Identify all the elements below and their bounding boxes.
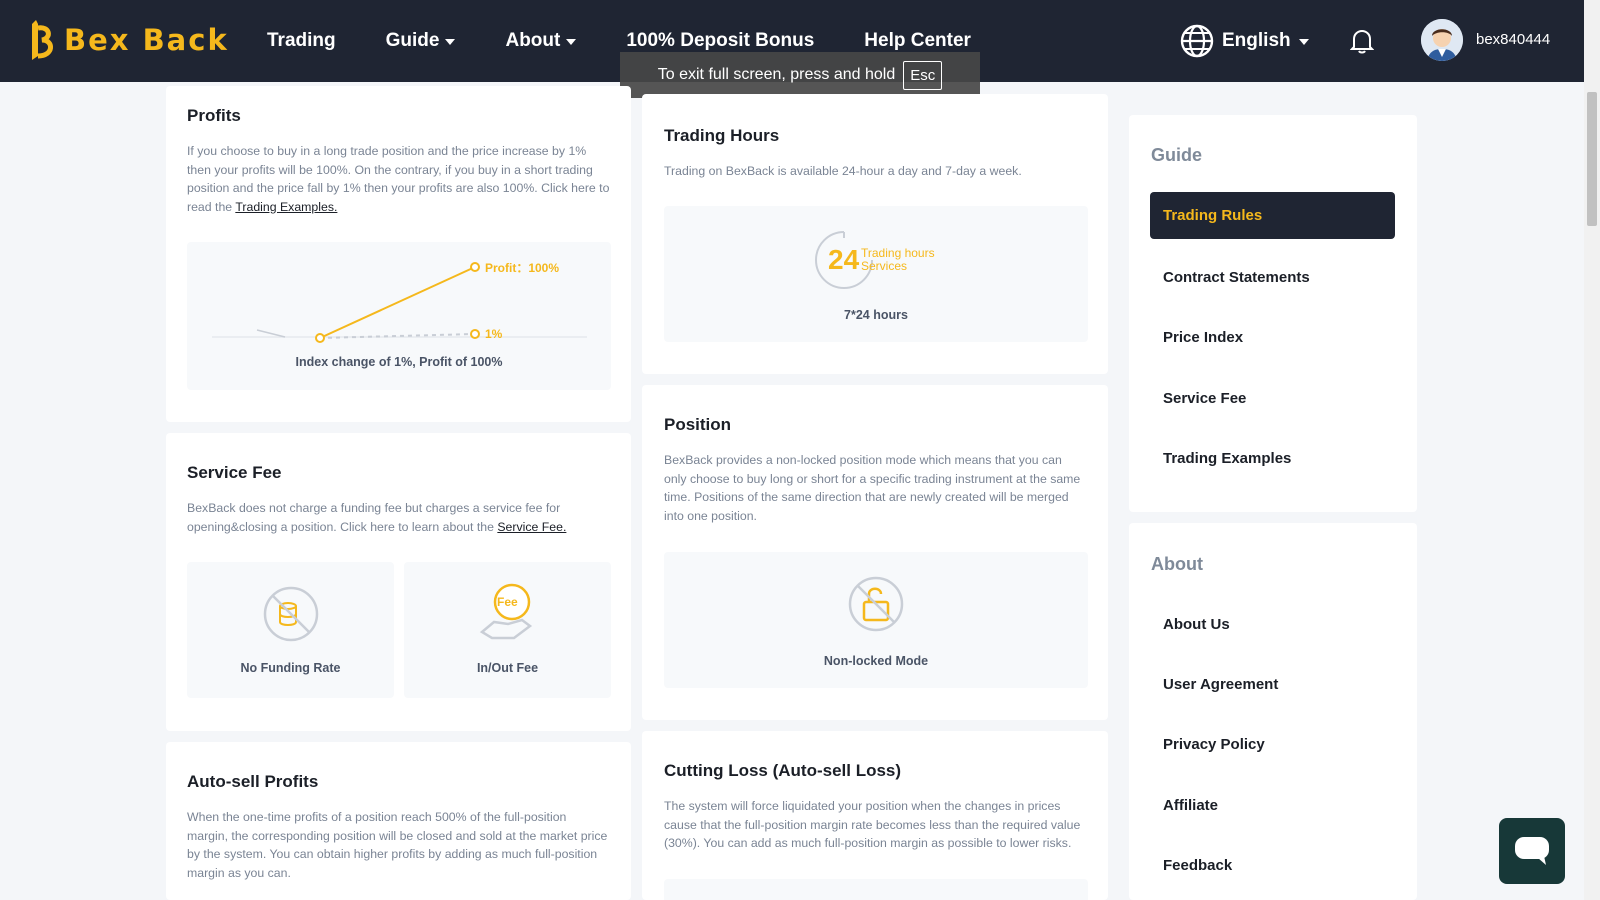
- trading-hours-graphic-box: 24 Trading hours Services 7*24 hours: [664, 206, 1088, 342]
- service-fee-description: BexBack does not charge a funding fee bu…: [187, 499, 610, 536]
- trading-hours-caption: 7*24 hours: [844, 308, 908, 322]
- sidebar-item-service-fee[interactable]: Service Fee: [1163, 390, 1246, 407]
- service-fee-link[interactable]: Service Fee.: [497, 520, 566, 534]
- non-locked-mode-label: Non-locked Mode: [823, 654, 929, 668]
- globe-icon: [1180, 24, 1214, 58]
- sidebar-item-user-agreement[interactable]: User Agreement: [1163, 676, 1278, 693]
- profits-description: If you choose to buy in a long trade pos…: [187, 142, 610, 216]
- hours-badge-number: 24: [828, 244, 860, 275]
- fee-icon-text: Fee: [497, 595, 518, 609]
- username[interactable]: bex840444: [1476, 31, 1550, 48]
- caret-down-icon: [445, 39, 456, 45]
- nav-help-center-label: Help Center: [864, 30, 971, 51]
- position-title: Position: [664, 415, 732, 434]
- logo-mark-icon: [32, 20, 53, 60]
- hours-badge-line2: Services: [861, 259, 908, 273]
- profits-chart-box: Profit：100% 1% Index change of 1%, Profi…: [187, 242, 611, 390]
- sidebar-item-trading-examples[interactable]: Trading Examples: [1163, 450, 1291, 467]
- cutting-loss-card: Cutting Loss (Auto-sell Loss) The system…: [642, 731, 1108, 900]
- nav-about-label: About: [505, 30, 561, 51]
- profits-title: Profits: [187, 106, 241, 125]
- sidebar-item-price-index[interactable]: Price Index: [1163, 329, 1243, 346]
- nav-about[interactable]: About: [505, 30, 577, 52]
- guide-sidebar: Guide Trading Rules Contract Statements …: [1129, 115, 1417, 512]
- sidebar-item-about-us[interactable]: About Us: [1163, 616, 1230, 633]
- unlocked-icon: [848, 576, 904, 632]
- logo-text: Bex Back: [64, 23, 229, 57]
- chat-bubble-icon: [1515, 837, 1549, 865]
- service-fee-card: Service Fee BexBack does not charge a fu…: [166, 433, 631, 731]
- trading-hours-description: Trading on BexBack is available 24-hour …: [664, 164, 1022, 178]
- index-change-label: 1%: [485, 327, 503, 341]
- no-funding-rate-icon: [263, 586, 319, 642]
- bexback-logo[interactable]: Bex Back: [26, 18, 229, 62]
- fullscreen-exit-notice: To exit full screen, press and hold Esc: [620, 52, 980, 98]
- sidebar-item-contract-statements[interactable]: Contract Statements: [1163, 269, 1310, 286]
- avatar-icon: [1421, 19, 1463, 61]
- caret-down-icon: [566, 39, 577, 45]
- in-out-fee-tile: Fee In/Out Fee: [404, 562, 611, 698]
- nav-guide[interactable]: Guide: [386, 30, 456, 52]
- profit-label: Profit：100%: [485, 261, 560, 275]
- nav-deposit-bonus[interactable]: 100% Deposit Bonus: [626, 30, 814, 52]
- auto-sell-description: When the one-time profits of a position …: [187, 810, 608, 880]
- fullscreen-notice-text: To exit full screen, press and hold: [657, 66, 896, 83]
- caret-down-icon: [1298, 39, 1309, 45]
- in-out-fee-label: In/Out Fee: [476, 661, 539, 675]
- profits-card: Profits If you choose to buy in a long t…: [166, 86, 631, 422]
- nav-trading-label: Trading: [267, 30, 336, 51]
- chat-widget-button[interactable]: [1499, 818, 1565, 884]
- service-fee-title: Service Fee: [187, 463, 282, 482]
- sidebar-item-feedback[interactable]: Feedback: [1163, 857, 1232, 874]
- nav-help-center[interactable]: Help Center: [864, 30, 971, 52]
- user-avatar[interactable]: [1421, 19, 1463, 61]
- hours-badge-line1: Trading hours: [861, 246, 935, 260]
- language-selector[interactable]: English: [1180, 24, 1309, 58]
- scrollbar-thumb[interactable]: [1587, 92, 1597, 226]
- bell-icon[interactable]: [1350, 28, 1374, 54]
- guide-sidebar-title: Guide: [1151, 145, 1203, 165]
- language-label: English: [1222, 30, 1291, 51]
- trading-hours-card: Trading Hours Trading on BexBack is avai…: [642, 94, 1108, 374]
- nav-trading[interactable]: Trading: [267, 30, 336, 52]
- trading-examples-link[interactable]: Trading Examples.: [235, 200, 337, 214]
- auto-sell-title: Auto-sell Profits: [187, 772, 319, 791]
- profits-caption: Index change of 1%, Profit of 100%: [295, 355, 503, 369]
- about-sidebar: About About Us User Agreement Privacy Po…: [1129, 523, 1417, 900]
- position-description: BexBack provides a non-locked position m…: [664, 453, 1081, 523]
- cutting-loss-description: The system will force liquidated your po…: [664, 799, 1081, 850]
- cutting-loss-title: Cutting Loss (Auto-sell Loss): [664, 761, 902, 780]
- esc-key: Esc: [903, 60, 943, 90]
- sidebar-item-affiliate[interactable]: Affiliate: [1163, 797, 1218, 814]
- no-funding-rate-tile: No Funding Rate: [187, 562, 394, 698]
- nav-guide-label: Guide: [385, 30, 440, 51]
- cutting-loss-graphic-box: [664, 879, 1088, 900]
- about-sidebar-title: About: [1151, 554, 1203, 574]
- sidebar-item-privacy-policy[interactable]: Privacy Policy: [1163, 736, 1265, 753]
- fee-hand-icon: [479, 583, 533, 640]
- position-card: Position BexBack provides a non-locked p…: [642, 385, 1108, 720]
- sidebar-item-label: Trading Rules: [1163, 207, 1263, 224]
- trading-hours-title: Trading Hours: [664, 126, 780, 145]
- page-scrollbar[interactable]: [1584, 0, 1600, 900]
- sidebar-item-trading-rules[interactable]: Trading Rules: [1150, 192, 1395, 239]
- nav-deposit-bonus-label: 100% Deposit Bonus: [626, 30, 815, 51]
- no-funding-rate-label: No Funding Rate: [240, 661, 341, 675]
- position-graphic-box: Non-locked Mode: [664, 552, 1088, 688]
- auto-sell-profits-card: Auto-sell Profits When the one-time prof…: [166, 742, 631, 900]
